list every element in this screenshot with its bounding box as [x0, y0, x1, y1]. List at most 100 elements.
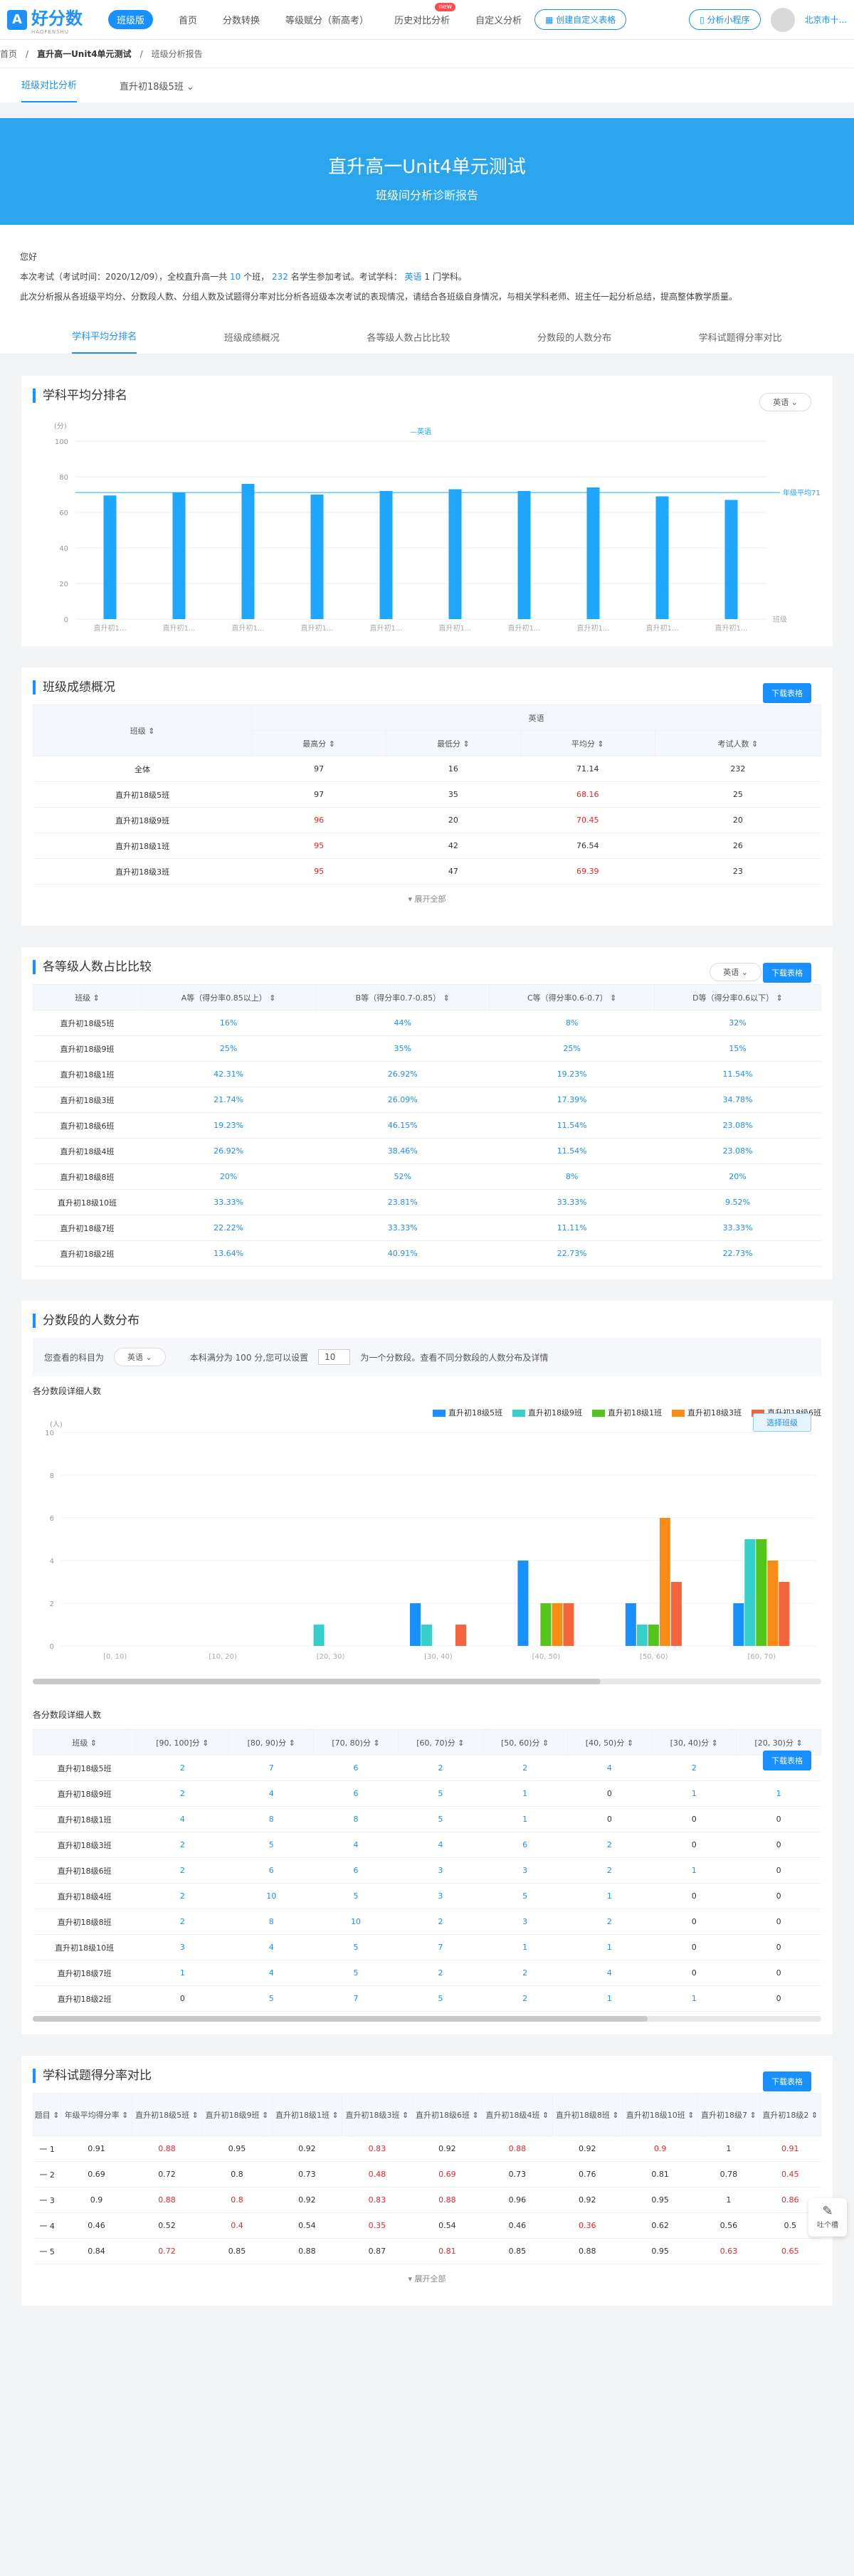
col-header[interactable]: [90, 100]分 ⇕ [135, 1729, 230, 1756]
table-cell[interactable]: 5 [398, 1780, 483, 1807]
table-cell[interactable]: 20% [654, 1163, 821, 1190]
download-button[interactable]: 下载表格 [763, 2071, 811, 2091]
scrollbar-thumb[interactable] [33, 1679, 601, 1684]
legend-item[interactable]: 直升初18级3班 [672, 1407, 742, 1418]
table-cell[interactable]: 3 [483, 1857, 568, 1884]
table-cell[interactable]: 19.23% [141, 1112, 316, 1139]
table-cell[interactable]: 5 [313, 1960, 399, 1986]
table-cell[interactable]: 5 [228, 1985, 314, 2012]
table-cell[interactable]: 2 [135, 1883, 229, 1909]
tab-class-compare[interactable]: 班级对比分析 [21, 78, 78, 102]
table-cell[interactable]: 2 [483, 1960, 568, 1986]
col-header[interactable]: 直升初18级4班 ⇕ [482, 2093, 553, 2136]
table-cell[interactable]: 2 [567, 1857, 652, 1884]
table-cell[interactable]: 1 [483, 1806, 568, 1832]
table-cell[interactable]: 38.46% [315, 1138, 490, 1164]
nav-level-score[interactable]: 等级赋分（新高考） [285, 13, 369, 26]
table-cell[interactable]: 0 [651, 1909, 737, 1935]
table-cell[interactable]: 4 [228, 1960, 314, 1986]
table-cell[interactable]: 2 [567, 1909, 652, 1935]
table-cell[interactable]: 52% [315, 1163, 490, 1190]
col-header[interactable]: [40, 50)分 ⇕ [566, 1729, 653, 1756]
col-header[interactable]: 直升初18级3班 ⇕ [342, 2093, 413, 2136]
table-cell[interactable]: 11.54% [489, 1112, 655, 1139]
table-cell[interactable]: 0 [736, 1909, 821, 1935]
table-cell[interactable]: 22.73% [654, 1240, 821, 1267]
col-header[interactable]: 直升初18级2 ⇕ [759, 2093, 822, 2136]
table-cell[interactable]: 8% [489, 1163, 655, 1190]
table-cell[interactable]: 6 [313, 1755, 399, 1781]
table-cell[interactable]: 33.33% [315, 1215, 490, 1241]
table-cell[interactable]: 5 [228, 1832, 314, 1858]
dist-subject-select[interactable]: 英语 ⌄ [114, 1348, 166, 1366]
table-cell[interactable]: 0 [736, 1806, 821, 1832]
table-cell[interactable]: 4 [228, 1780, 314, 1807]
table-cell[interactable]: 1 [651, 1780, 737, 1807]
table-cell[interactable]: 1 [135, 1960, 229, 1986]
legend-item[interactable]: 直升初18级1班 [592, 1407, 662, 1418]
table-cell[interactable]: 11.11% [489, 1215, 655, 1241]
table-cell[interactable]: 1 [651, 1857, 737, 1884]
table-cell[interactable]: 1 [651, 1985, 737, 2012]
col-header[interactable]: 直升初18级8班 ⇕ [552, 2093, 623, 2136]
table-cell[interactable]: 8 [228, 1909, 314, 1935]
table-cell[interactable]: 44% [315, 1010, 490, 1036]
table-cell[interactable]: 10 [313, 1909, 399, 1935]
user-name[interactable]: 北京市十... [805, 14, 847, 26]
select-class-button[interactable]: 选择班级 [753, 1413, 811, 1432]
table-cell[interactable]: 35% [315, 1035, 490, 1062]
table-cell[interactable]: 32% [654, 1010, 821, 1036]
logo[interactable]: A 好分数 HAOFENSHU [7, 4, 83, 35]
legend-item[interactable]: 直升初18级9班 [512, 1407, 582, 1418]
table-cell[interactable]: 13.64% [141, 1240, 316, 1267]
table-cell[interactable]: 25% [489, 1035, 655, 1062]
col-header[interactable]: 平均分 ⇕ [520, 730, 655, 756]
tab-overview[interactable]: 班级成绩概况 [224, 330, 280, 354]
table-cell[interactable]: 0 [651, 1883, 737, 1909]
table-cell[interactable]: 2 [483, 1755, 568, 1781]
table-cell[interactable]: 3 [135, 1934, 229, 1960]
col-header[interactable]: [30, 40)分 ⇕ [651, 1729, 737, 1756]
table-cell[interactable]: 33.33% [654, 1215, 821, 1241]
create-table-button[interactable]: ▦ 创建自定义表格 [534, 9, 627, 30]
tab-levels[interactable]: 各等级人数占比比较 [367, 330, 450, 354]
col-header[interactable]: 直升初18级7 ⇕ [697, 2093, 760, 2136]
col-header[interactable]: [70, 80)分 ⇕ [313, 1729, 399, 1756]
table-cell[interactable]: 4 [313, 1832, 399, 1858]
table-cell[interactable]: 8% [489, 1010, 655, 1036]
table-cell[interactable]: 2 [651, 1755, 737, 1781]
col-header[interactable]: 最高分 ⇕ [251, 730, 387, 756]
col-header[interactable]: [60, 70)分 ⇕ [397, 1729, 483, 1756]
table-cell[interactable]: 19.23% [489, 1061, 655, 1087]
table-cell[interactable]: 4 [567, 1755, 652, 1781]
table-cell[interactable]: 4 [135, 1806, 229, 1832]
subject-select[interactable]: 英语 ⌄ [759, 393, 811, 411]
col-header[interactable]: 直升初18级10班 ⇕ [622, 2093, 699, 2136]
mini-program-button[interactable]: ▯ 分析小程序 [689, 9, 761, 30]
download-button[interactable]: 下载表格 [763, 683, 811, 703]
table-cell[interactable]: 2 [398, 1960, 483, 1986]
col-header[interactable]: 班级 ⇕ [32, 984, 142, 1010]
table-cell[interactable]: 0 [736, 1985, 821, 2012]
table-cell[interactable]: 2 [135, 1909, 229, 1935]
col-header[interactable]: D等（得分率0.6以下） ⇕ [653, 984, 822, 1010]
col-header[interactable]: 年级平均得分率 ⇕ [60, 2093, 132, 2136]
col-header[interactable]: 班级 ⇕ [32, 1729, 137, 1756]
table-cell[interactable]: 2 [398, 1755, 483, 1781]
table-cell[interactable]: 2 [135, 1755, 229, 1781]
table-cell[interactable]: 0 [651, 1934, 737, 1960]
tab-item-rate[interactable]: 学科试题得分率对比 [699, 330, 782, 354]
table-cell[interactable]: 0 [651, 1960, 737, 1986]
table-cell[interactable]: 0 [567, 1780, 652, 1807]
avatar[interactable] [770, 7, 795, 32]
table-cell[interactable]: 2 [567, 1832, 652, 1858]
table-cell[interactable]: 2 [135, 1857, 229, 1884]
table-cell[interactable]: 2 [483, 1985, 568, 2012]
step-input[interactable]: 10 [318, 1349, 351, 1365]
table-cell[interactable]: 1 [567, 1934, 652, 1960]
table-cell[interactable]: 4 [398, 1832, 483, 1858]
table-cell[interactable]: 0 [736, 1857, 821, 1884]
table-cell[interactable]: 26.09% [315, 1087, 490, 1113]
table-cell[interactable]: 1 [567, 1883, 652, 1909]
table-cell[interactable]: 15% [654, 1035, 821, 1062]
